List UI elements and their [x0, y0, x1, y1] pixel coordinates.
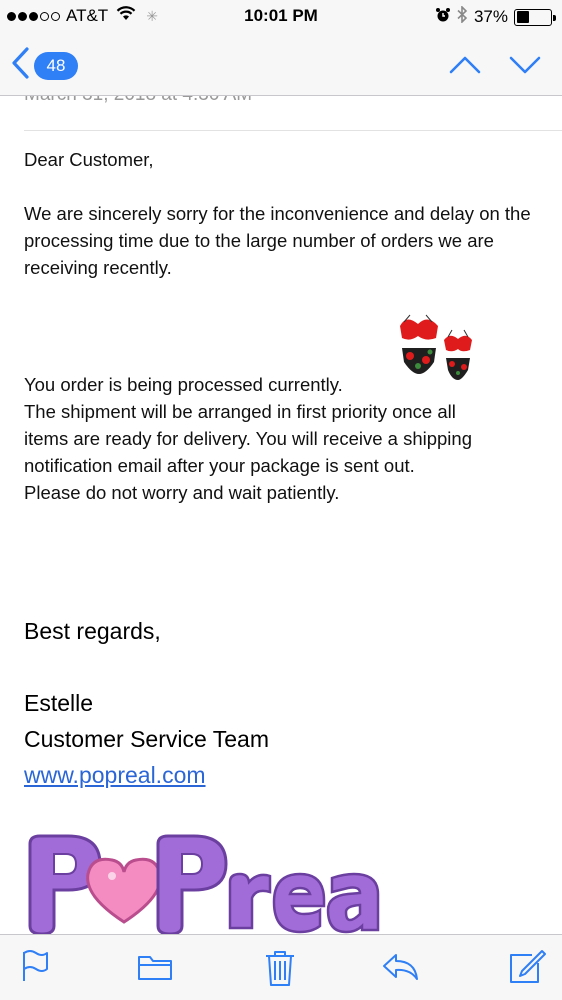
- greeting: Dear Customer,: [24, 149, 154, 170]
- unread-count-badge: 48: [34, 51, 78, 80]
- alarm-icon: [435, 7, 451, 28]
- flag-icon: [23, 950, 48, 981]
- folder-icon: [138, 956, 172, 980]
- message-navigation: [448, 48, 542, 87]
- header-divider: [24, 130, 562, 131]
- processing-line: Please do not worry and wait patiently.: [24, 482, 340, 503]
- chevron-left-icon: [10, 46, 30, 85]
- website-link[interactable]: www.popreal.com: [24, 762, 206, 789]
- processing-line: The shipment will be arranged in first p…: [24, 401, 456, 422]
- signer-name: Estelle: [24, 690, 94, 716]
- trash-button[interactable]: [264, 949, 296, 992]
- flag-button[interactable]: [20, 949, 50, 988]
- popreal-logo: [28, 834, 380, 934]
- battery-percent: 37%: [473, 7, 508, 26]
- compose-button[interactable]: [508, 949, 546, 990]
- message-toolbar: [0, 934, 562, 1000]
- status-right: 37%: [435, 5, 556, 28]
- reply-button[interactable]: [380, 949, 420, 988]
- status-bar: AT&T ✳ 10:01 PM 37%: [0, 0, 562, 34]
- processing-paragraph: You order is being processed currently. …: [24, 371, 554, 506]
- battery-icon: [514, 8, 556, 26]
- chevron-up-icon: [449, 56, 481, 74]
- reply-icon: [383, 954, 418, 980]
- trash-icon: [266, 951, 294, 986]
- previous-message-button[interactable]: [448, 48, 482, 87]
- signer-team: Customer Service Team: [24, 726, 269, 752]
- compose-icon: [510, 950, 546, 983]
- processing-line: items are ready for delivery. You will r…: [24, 428, 472, 449]
- chevron-down-icon: [509, 56, 541, 74]
- back-to-inbox-button[interactable]: 48: [10, 46, 78, 85]
- closing-regards: Best regards,: [24, 618, 161, 644]
- apology-paragraph: We are sincerely sorry for the inconveni…: [24, 203, 531, 278]
- processing-line: You order is being processed currently.: [24, 374, 343, 395]
- bluetooth-icon: [457, 5, 468, 28]
- next-message-button[interactable]: [508, 48, 542, 87]
- processing-line: notification email after your package is…: [24, 455, 415, 476]
- navigation-bar: 48: [0, 34, 562, 96]
- battery-level: [516, 11, 529, 23]
- move-to-folder-button[interactable]: [136, 949, 174, 988]
